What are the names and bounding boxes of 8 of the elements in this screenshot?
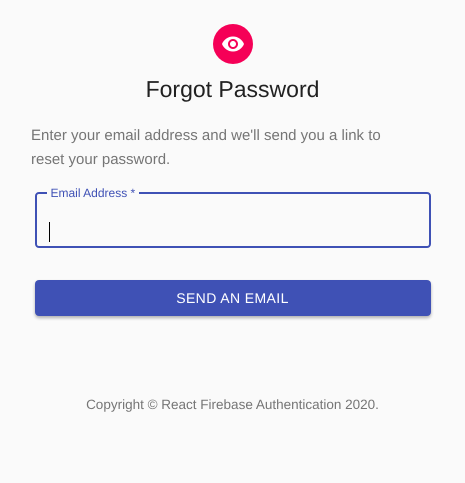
eye-icon [212,24,252,64]
email-label: Email Address * [50,186,136,200]
copyright-text: Copyright © React Firebase Authentication 2020. [86,396,379,414]
instructions-text: Enter your email address and we'll send you a link to reset your password. [31,126,382,170]
send-email-button[interactable]: SEND AN EMAIL [34,280,430,316]
text-cursor [48,222,50,242]
email-field[interactable]: Email Address * [34,186,430,248]
page-title: Forgot Password [146,75,320,104]
